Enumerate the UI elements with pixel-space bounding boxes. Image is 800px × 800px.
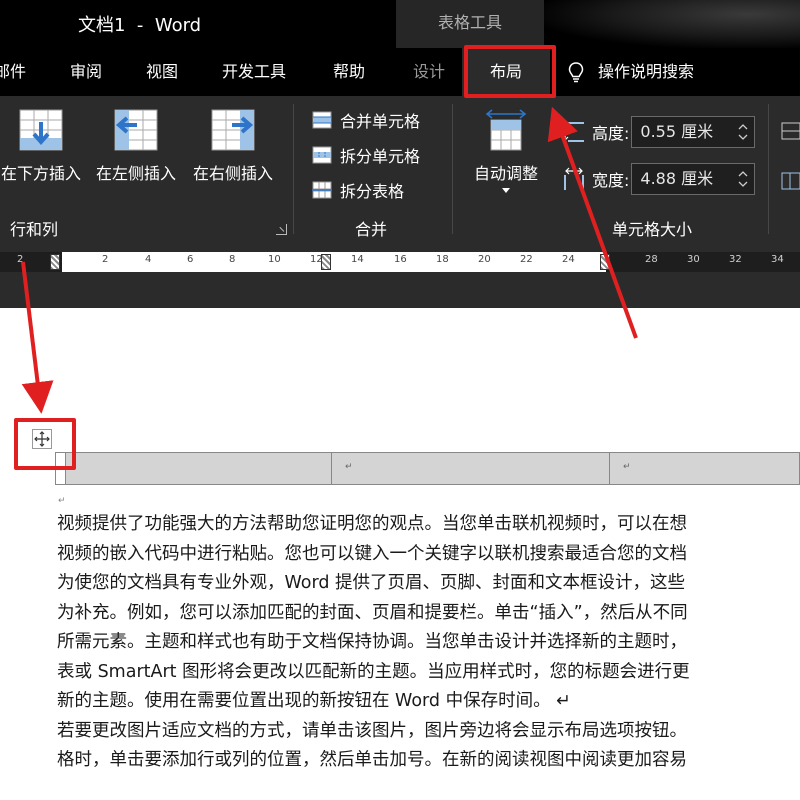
distribute-rows-icon[interactable] (780, 122, 800, 140)
insert-right-button[interactable]: 在右侧插入 (187, 108, 279, 184)
tab-view[interactable]: 视图 (146, 48, 178, 96)
tab-mailings[interactable]: 邮件 (0, 48, 26, 96)
ruler-tick: 4 (145, 254, 152, 265)
tab-developer[interactable]: 开发工具 (222, 48, 286, 96)
ruler-tick: 8 (229, 254, 236, 265)
insert-below-icon (19, 109, 63, 151)
ribbon: 在下方插入 在左侧插入 在右侧插入 行和列 合并单元格 拆分单元格 拆分表格 合… (0, 96, 800, 242)
highlight-move-handle (14, 418, 76, 470)
insert-right-icon (211, 109, 255, 151)
split-cells-icon (312, 146, 332, 164)
lightbulb-icon (568, 61, 584, 82)
group-label-rows-columns: 行和列 (10, 220, 59, 239)
table-row[interactable]: ↵ ↵ (55, 452, 800, 485)
spinner-arrows-icon[interactable] (738, 120, 748, 144)
text-line: 视频的嵌入代码中进行粘贴。您也可以键入一个关键字以联机搜索最适合您的文档 (57, 543, 687, 564)
rows-columns-dialog-launcher-icon[interactable] (276, 224, 287, 235)
ruler-tick: 20 (478, 254, 491, 265)
insert-left-label: 在左侧插入 (95, 164, 176, 183)
end-of-cell-mark: ↵ (345, 462, 353, 472)
ruler-tick: 10 (268, 254, 281, 265)
ruler-column-marker[interactable] (50, 254, 60, 270)
group-separator (293, 104, 294, 234)
row-height-label: 高度: (592, 124, 630, 143)
ribbon-tab-row: 邮件 审阅 视图 开发工具 帮助 设计 布局 操作说明搜索 (0, 48, 800, 96)
ruler-tick: 6 (187, 254, 194, 265)
insert-left-button[interactable]: 在左侧插入 (90, 108, 182, 184)
text-line: 格时，单击要添加行或列的位置，然后单击加号。在新的阅读视图中阅读更加容易 (57, 750, 687, 770)
autofit-label: 自动调整 (473, 164, 538, 183)
table-tools-context-label: 表格工具 (396, 0, 544, 48)
ruler-column-marker[interactable] (600, 254, 610, 270)
ruler-tick: 18 (436, 254, 449, 265)
end-of-cell-mark: ↵ (623, 462, 631, 472)
split-table-button[interactable]: 拆分表格 (312, 177, 404, 203)
text-line: 表或 SmartArt 图形将会更改以匹配新的主题。当应用样式时，您的标题会进行… (57, 661, 690, 682)
title-bar: 文档1 - Word 表格工具 (0, 0, 800, 48)
column-width-input[interactable]: 4.88 厘米 (631, 163, 756, 195)
tell-me-search[interactable]: 操作说明搜索 (568, 48, 694, 96)
merge-cells-label: 合并单元格 (340, 112, 421, 131)
ruler-tick: 22 (520, 254, 533, 265)
tab-review[interactable]: 审阅 (70, 48, 102, 96)
body-text[interactable]: 视频提供了功能强大的方法帮助您证明您的观点。当您单击联机视频时，可以在想 视频的… (57, 510, 800, 776)
autofit-button[interactable]: 自动调整 (464, 108, 548, 193)
split-table-icon (312, 181, 332, 199)
ruler-tick: 32 (729, 254, 742, 265)
split-cells-button[interactable]: 拆分单元格 (312, 142, 420, 168)
insert-right-label: 在右侧插入 (192, 164, 273, 183)
column-width-value: 4.88 厘米 (640, 169, 714, 188)
cell-border[interactable] (609, 453, 610, 484)
ruler-tick: 12 (310, 254, 323, 265)
ruler-tick: 24 (562, 254, 575, 265)
text-line: 所需元素。主题和样式也有助于文档保持协调。当您单击设计并选择新的主题时， (57, 632, 687, 652)
ruler-tick: 2 (17, 254, 24, 265)
tab-table-design[interactable]: 设计 (413, 48, 445, 96)
ruler-tick: 16 (394, 254, 407, 265)
insert-below-label: 在下方插入 (0, 164, 81, 183)
insert-below-button[interactable]: 在下方插入 (0, 108, 86, 184)
text-line: 为使您的文档具有专业外观，Word 提供了页眉、页脚、封面和文本框设计，这些 (57, 573, 686, 593)
distribute-columns-icon[interactable] (780, 172, 800, 190)
tab-help[interactable]: 帮助 (333, 48, 365, 96)
row-height-input[interactable]: 0.55 厘米 (631, 116, 756, 148)
title-bar-background-art (540, 0, 800, 48)
column-width-icon (564, 167, 584, 190)
horizontal-ruler[interactable]: 2 2 4 6 8 10 12 14 16 18 20 22 24 28 30 … (0, 242, 800, 276)
ruler-tick: 28 (645, 254, 658, 265)
ruler-tick: 34 (771, 254, 784, 265)
ruler-tick: 30 (687, 254, 700, 265)
autofit-dropdown-chevron-icon (502, 188, 510, 193)
ruler-tick: 14 (351, 254, 364, 265)
text-line: 若要更改图片适应文档的方式，请单击该图片，图片旁边将会显示布局选项按钮。 (57, 720, 687, 741)
column-width-control: 宽度: 4.88 厘米 (562, 163, 756, 195)
tell-me-label: 操作说明搜索 (598, 62, 695, 81)
autofit-icon (485, 109, 527, 151)
merge-cells-icon (312, 111, 332, 129)
spinner-arrows-icon[interactable] (738, 167, 748, 191)
row-height-value: 0.55 厘米 (640, 122, 714, 141)
group-separator (768, 104, 769, 234)
text-line: 为补充。例如，您可以添加匹配的封面、页眉和提要栏。单击“插入”，然后从不同 (57, 602, 688, 623)
text-line: 新的主题。使用在需要位置出现的新按钮在 Word 中保存时间。 ↵ (57, 691, 571, 711)
group-separator (452, 104, 453, 234)
group-label-merge: 合并 (355, 220, 388, 239)
highlight-layout-tab (464, 45, 556, 98)
cell-border[interactable] (331, 453, 332, 484)
ruler-gutter (0, 276, 800, 308)
paragraph-mark: ↵ (58, 496, 66, 506)
row-height-icon (562, 122, 584, 142)
group-label-cell-size: 单元格大小 (612, 220, 693, 239)
insert-left-icon (114, 109, 158, 151)
split-cells-label: 拆分单元格 (340, 147, 421, 166)
document-page[interactable]: ↵ ↵ ↵ 视频提供了功能强大的方法帮助您证明您的观点。当您单击联机视频时，可以… (0, 308, 800, 800)
merge-cells-button[interactable]: 合并单元格 (312, 107, 420, 133)
row-height-control: 高度: 0.55 厘米 (562, 116, 756, 148)
split-table-label: 拆分表格 (340, 182, 405, 201)
column-width-label: 宽度: (592, 171, 630, 190)
ruler-tick: 2 (102, 254, 109, 265)
document-title: 文档1 - Word (78, 15, 202, 36)
text-line: 视频提供了功能强大的方法帮助您证明您的观点。当您单击联机视频时，可以在想 (57, 514, 687, 534)
